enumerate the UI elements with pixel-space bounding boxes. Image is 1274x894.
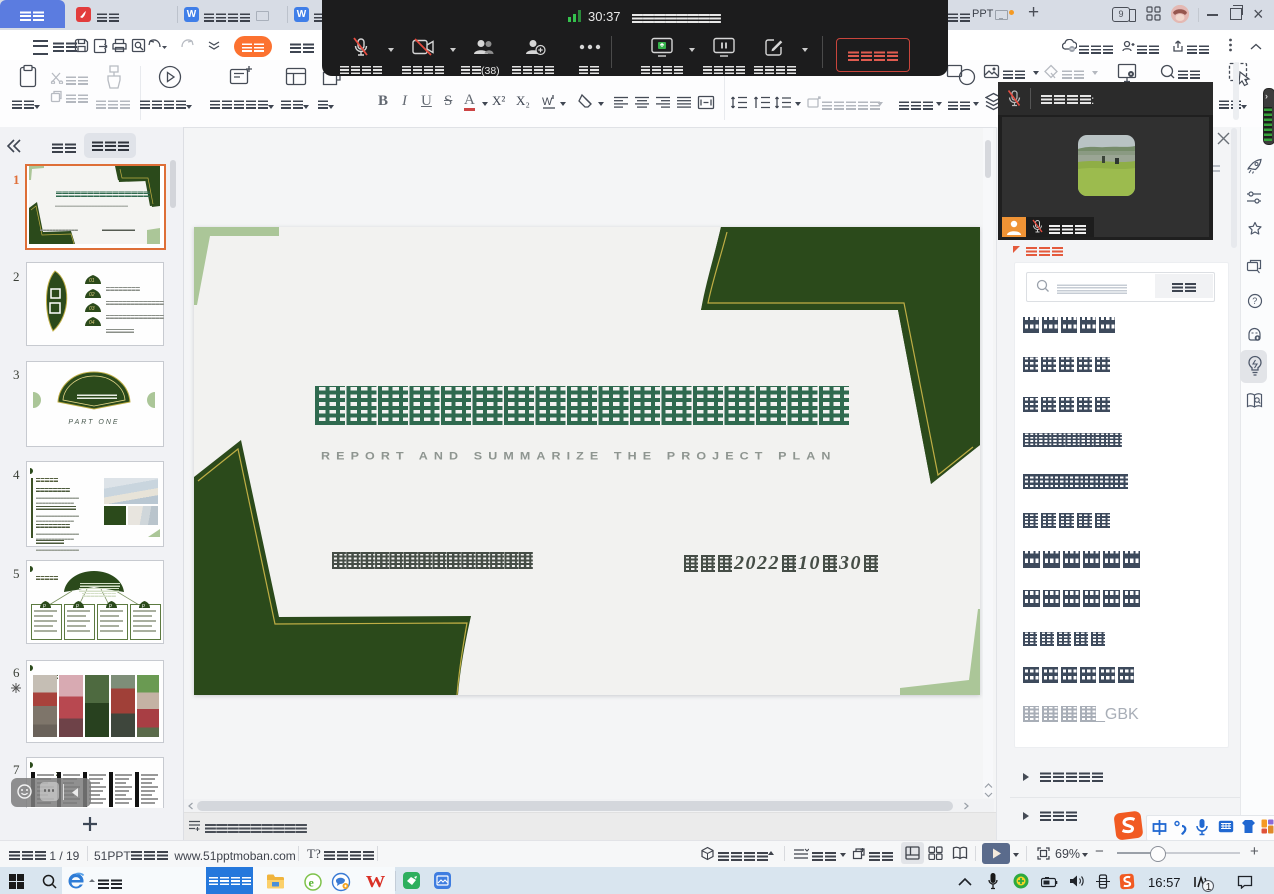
svg-text:03: 03: [89, 306, 95, 312]
svg-text:PART ONE: PART ONE: [68, 419, 119, 426]
svg-text:01: 01: [89, 278, 95, 284]
svg-text:p: p: [75, 603, 79, 608]
svg-text:1: 1: [1206, 882, 1212, 892]
svg-text:04: 04: [89, 320, 95, 326]
svg-text:?: ?: [1252, 296, 1257, 306]
svg-text:p: p: [42, 603, 46, 608]
svg-text:02: 02: [89, 292, 95, 298]
svg-text:p: p: [108, 603, 112, 608]
svg-text:p: p: [141, 603, 145, 608]
svg-text:e: e: [309, 876, 315, 890]
svg-text:W: W: [542, 96, 553, 108]
